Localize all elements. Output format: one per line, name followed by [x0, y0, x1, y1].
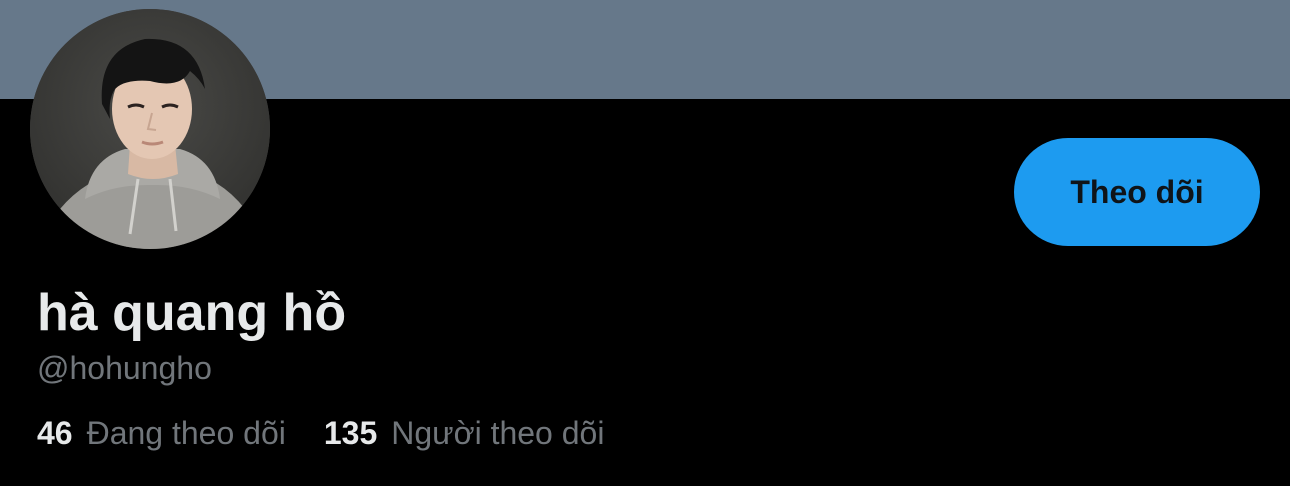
profile-display-name: hà quang hồ	[37, 284, 347, 342]
followers-count: 135	[323, 415, 378, 451]
following-label: Đang theo dõi	[86, 415, 286, 451]
avatar-photo	[30, 9, 270, 249]
follow-button[interactable]: Theo dõi	[1014, 138, 1260, 246]
profile-stats: 46 Đang theo dõi 135 Người theo dõi	[37, 413, 604, 453]
followers-stat-link[interactable]: 135 Người theo dõi	[324, 413, 605, 453]
followers-label: Người theo dõi	[391, 415, 605, 451]
avatar[interactable]	[30, 9, 270, 249]
following-stat-link[interactable]: 46 Đang theo dõi	[37, 413, 286, 453]
profile-username: @hohungho	[37, 350, 212, 386]
following-count: 46	[37, 415, 73, 451]
